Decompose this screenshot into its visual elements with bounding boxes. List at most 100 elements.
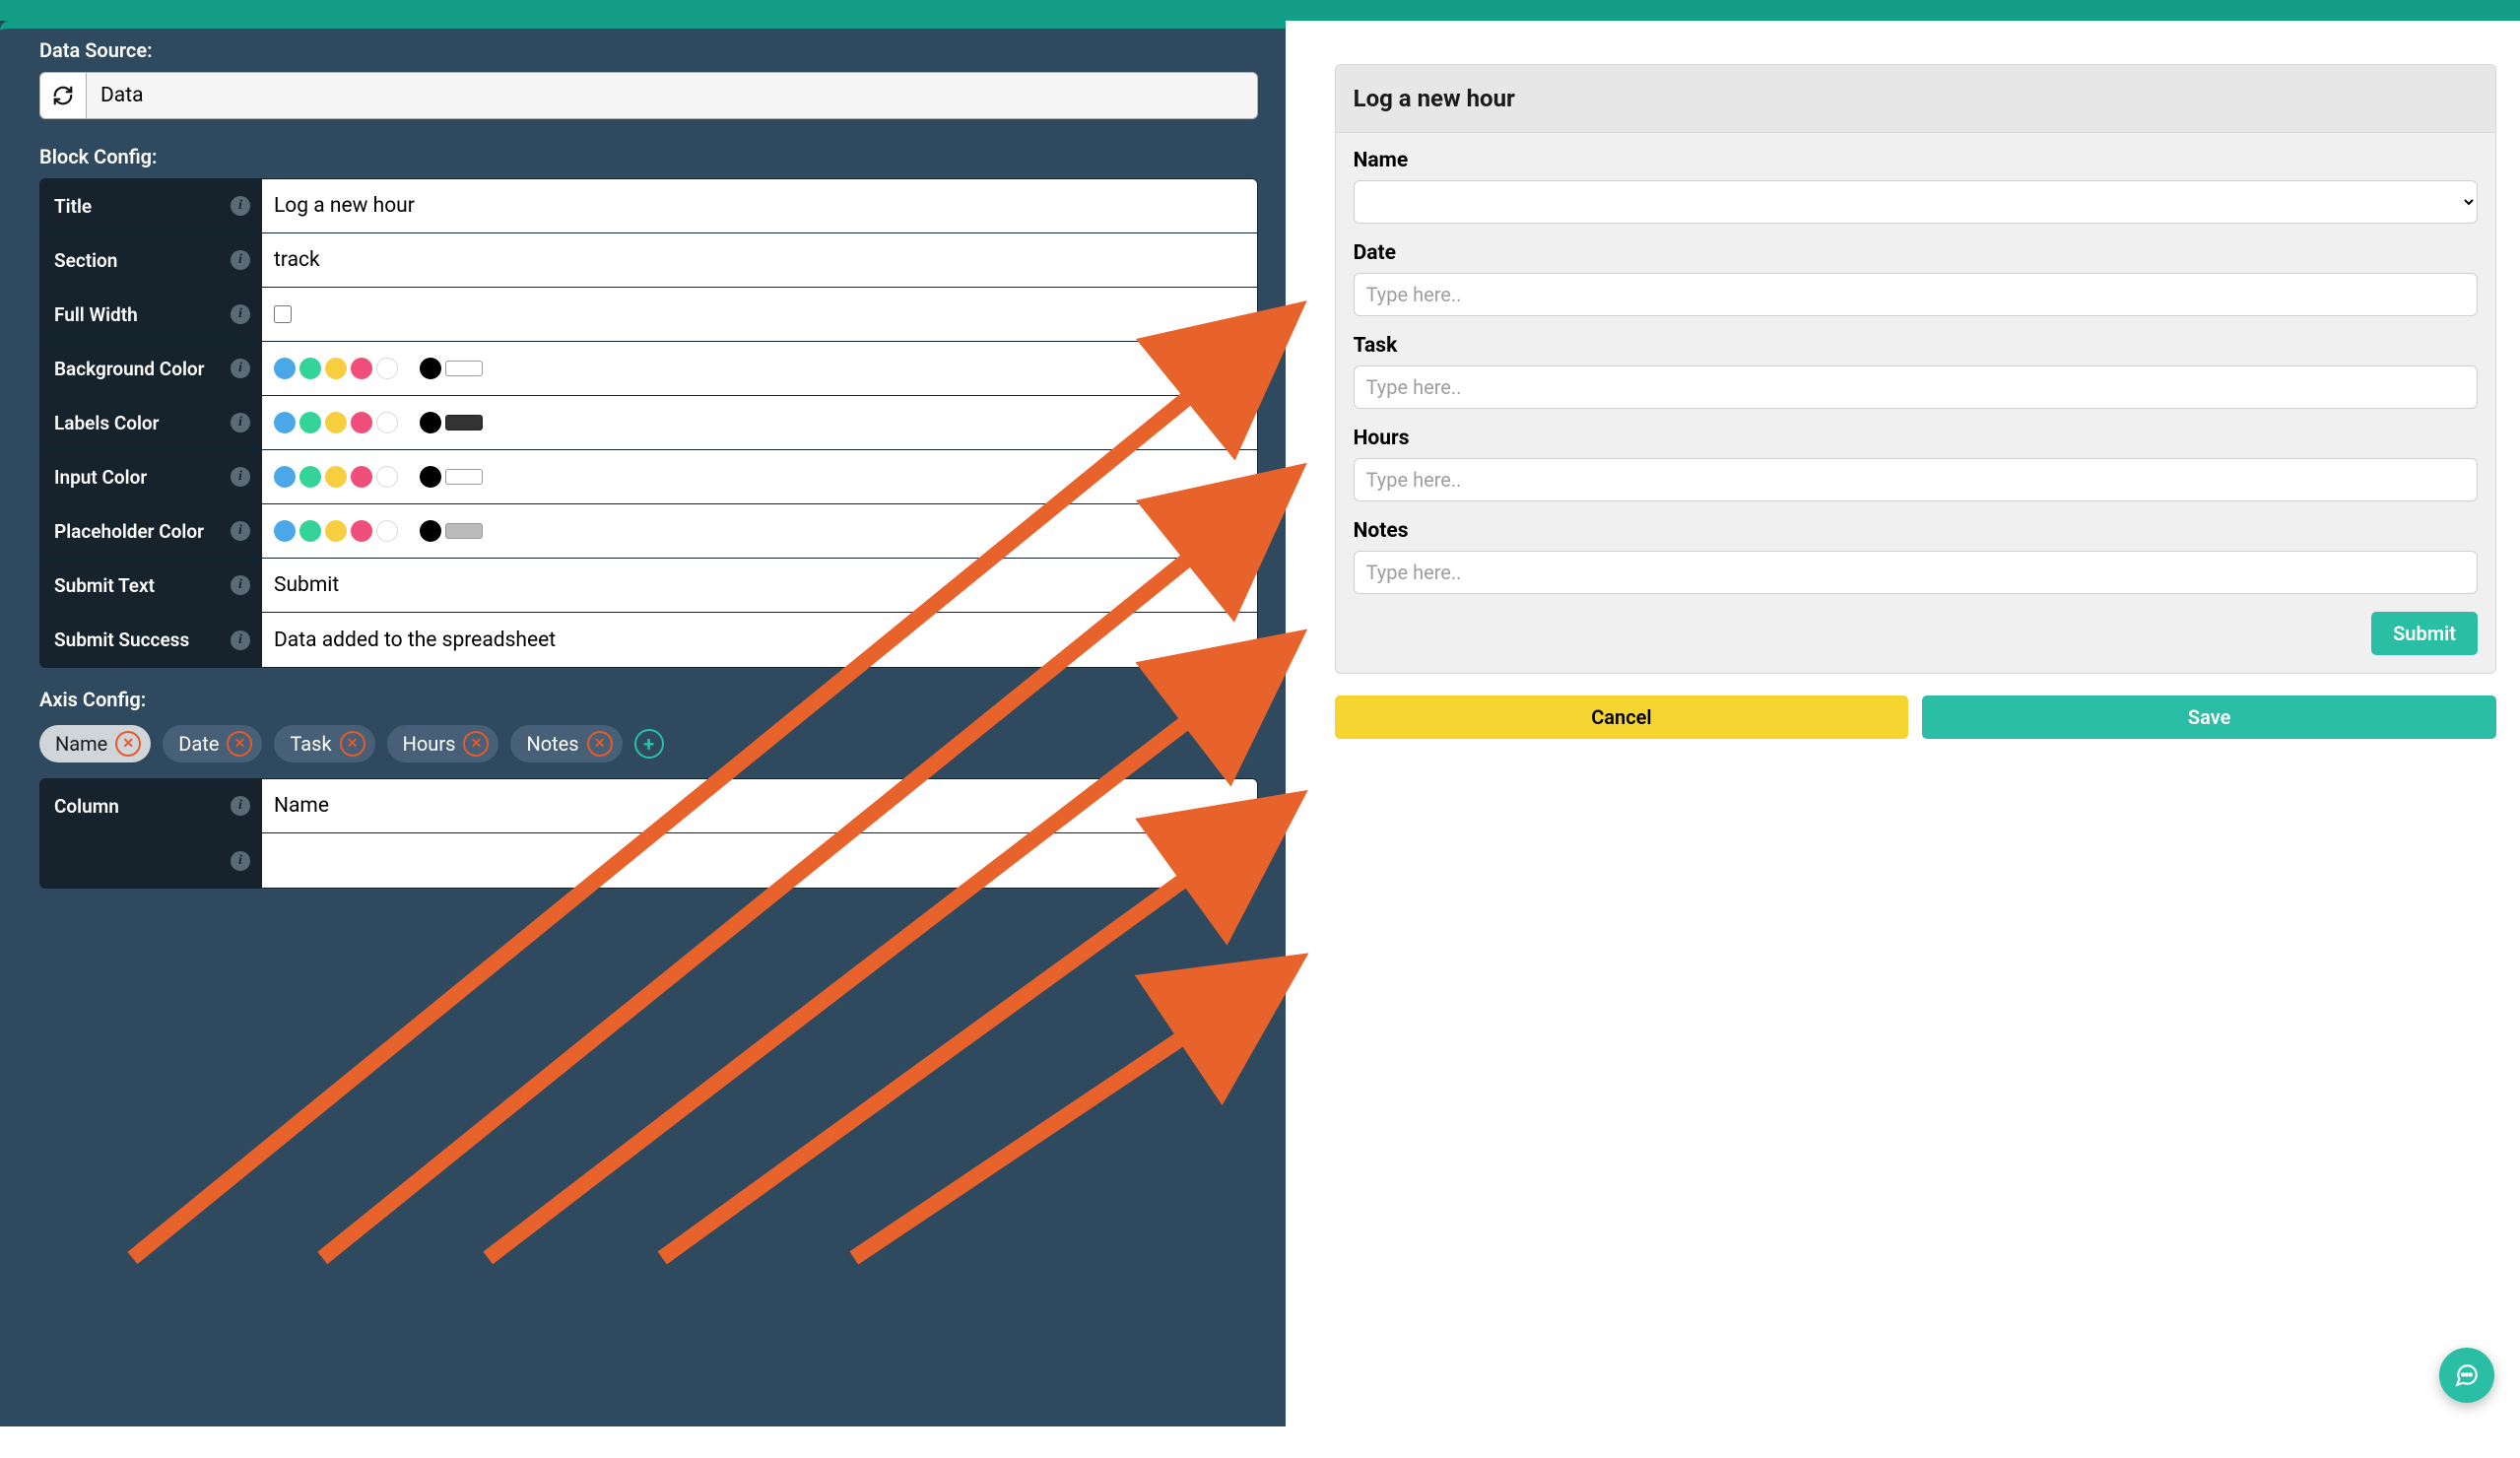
section-label: Sectioni [40, 233, 262, 287]
remove-icon[interactable]: ✕ [587, 731, 613, 757]
add-axis-button[interactable]: + [634, 729, 664, 759]
swatch-pink[interactable] [351, 466, 372, 488]
top-bar [0, 0, 2520, 21]
chat-fab[interactable] [2439, 1348, 2494, 1403]
field-label: Hours [1354, 427, 2478, 450]
swatch-green[interactable] [299, 520, 321, 542]
remove-icon[interactable]: ✕ [227, 731, 252, 757]
save-button[interactable]: Save [1922, 696, 2496, 739]
swatch-blue[interactable] [274, 412, 296, 433]
axis-chip-notes[interactable]: Notes ✕ [510, 725, 622, 762]
info-icon[interactable]: i [231, 630, 250, 650]
refresh-button[interactable] [39, 72, 87, 119]
swatch-white[interactable] [376, 466, 398, 488]
column-input[interactable] [274, 794, 1245, 818]
full-width-label: Full Widthi [40, 288, 262, 341]
info-icon[interactable]: i [231, 304, 250, 324]
color-hex-input[interactable] [445, 469, 483, 485]
info-icon[interactable]: i [231, 467, 250, 487]
info-icon[interactable]: i [231, 575, 250, 595]
axis-column-table: Columni i [39, 778, 1258, 889]
config-panel: Data Source: Block Config: Titlei Sectio… [0, 21, 1286, 1426]
info-icon[interactable]: i [231, 521, 250, 541]
chip-label: Hours [403, 732, 456, 756]
section-input[interactable] [274, 248, 1245, 272]
swatch-green[interactable] [299, 466, 321, 488]
color-hex-input[interactable] [445, 415, 483, 431]
submit-success-label: Submit Successi [40, 613, 262, 667]
swatch-blue[interactable] [274, 358, 296, 379]
axis-chip-task[interactable]: Task ✕ [274, 725, 374, 762]
swatch-black[interactable] [420, 466, 441, 488]
chip-label: Notes [526, 732, 578, 756]
swatch-pink[interactable] [351, 520, 372, 542]
remove-icon[interactable]: ✕ [115, 731, 141, 757]
swatch-pink[interactable] [351, 358, 372, 379]
input-color-label: Input Colori [40, 450, 262, 503]
notes-input[interactable] [1354, 551, 2478, 594]
submit-text-input[interactable] [274, 573, 1245, 597]
title-input[interactable] [274, 194, 1245, 218]
info-icon[interactable]: i [231, 250, 250, 270]
remove-icon[interactable]: ✕ [463, 731, 489, 757]
title-label: Titlei [40, 179, 262, 232]
axis-chip-hours[interactable]: Hours ✕ [387, 725, 499, 762]
placeholder-color-palette [274, 520, 483, 542]
info-icon[interactable]: i [231, 851, 250, 871]
axis-chip-date[interactable]: Date ✕ [163, 725, 262, 762]
name-input[interactable] [1354, 180, 2478, 224]
block-config-label: Block Config: [39, 145, 1258, 168]
hours-input[interactable] [1354, 458, 2478, 501]
data-source-label: Data Source: [39, 38, 1258, 62]
bg-color-palette [274, 358, 483, 379]
color-hex-input[interactable] [445, 361, 483, 376]
info-icon[interactable]: i [231, 796, 250, 816]
swatch-green[interactable] [299, 358, 321, 379]
swatch-white[interactable] [376, 412, 398, 433]
color-hex-input[interactable] [445, 523, 483, 539]
form-title: Log a new hour [1336, 65, 2495, 133]
axis-chips: Name✕ Date ✕ Task ✕ Hours ✕ Notes ✕ + [39, 725, 1258, 762]
info-icon[interactable]: i [231, 413, 250, 432]
info-icon[interactable]: i [231, 196, 250, 216]
chip-label: Task [290, 732, 331, 756]
refresh-icon [52, 85, 74, 106]
task-input[interactable] [1354, 365, 2478, 409]
swatch-black[interactable] [420, 520, 441, 542]
column-label: Columni [40, 779, 262, 832]
field-label: Notes [1354, 519, 2478, 543]
field-label: Date [1354, 241, 2478, 265]
swatch-pink[interactable] [351, 412, 372, 433]
cancel-button[interactable]: Cancel [1335, 696, 1909, 739]
submit-text-label: Submit Texti [40, 559, 262, 612]
date-input[interactable] [1354, 273, 2478, 316]
input-color-palette [274, 466, 483, 488]
swatch-black[interactable] [420, 412, 441, 433]
axis-chip-name[interactable]: Name✕ [39, 725, 151, 762]
swatch-white[interactable] [376, 358, 398, 379]
submit-success-input[interactable] [274, 629, 1245, 652]
remove-icon[interactable]: ✕ [340, 731, 365, 757]
swatch-yellow[interactable] [325, 358, 347, 379]
bg-color-label: Background Colori [40, 342, 262, 395]
data-source-input[interactable] [87, 72, 1258, 119]
form-field-notes: Notes [1354, 519, 2478, 594]
form-field-hours: Hours [1354, 427, 2478, 501]
info-icon[interactable]: i [231, 359, 250, 378]
axis-config-label: Axis Config: [39, 688, 1258, 711]
swatch-green[interactable] [299, 412, 321, 433]
swatch-blue[interactable] [274, 466, 296, 488]
block-config-table: Titlei Sectioni Full Widthi Background C… [39, 178, 1258, 668]
chip-label: Date [178, 732, 219, 756]
swatch-black[interactable] [420, 358, 441, 379]
swatch-blue[interactable] [274, 520, 296, 542]
submit-button[interactable]: Submit [2371, 612, 2478, 655]
swatch-yellow[interactable] [325, 520, 347, 542]
field-label: Task [1354, 334, 2478, 358]
swatch-yellow[interactable] [325, 412, 347, 433]
form-field-task: Task [1354, 334, 2478, 409]
full-width-checkbox[interactable] [274, 305, 292, 323]
swatch-yellow[interactable] [325, 466, 347, 488]
form-body: NameDateTaskHoursNotes Submit [1336, 133, 2495, 673]
swatch-white[interactable] [376, 520, 398, 542]
